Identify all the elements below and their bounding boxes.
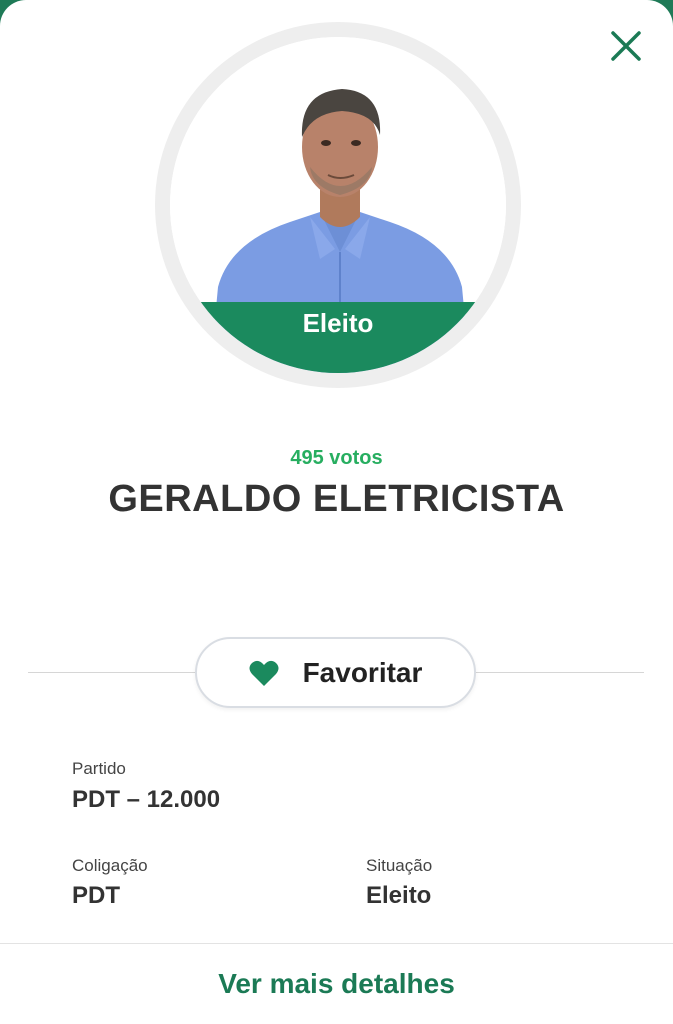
close-button[interactable] <box>604 24 648 68</box>
status-badge: Eleito <box>170 302 506 373</box>
situacao-value: Eleito <box>366 882 432 909</box>
details-link[interactable]: Ver mais detalhes <box>0 968 673 1000</box>
coligacao-label: Coligação <box>72 856 148 875</box>
situacao-label: Situação <box>366 856 433 875</box>
favorite-label: Favoritar <box>302 656 423 688</box>
candidate-name: GERALDO ELETRICISTA <box>108 478 565 520</box>
footer-divider <box>0 943 673 944</box>
favorite-button[interactable]: Favoritar <box>195 637 476 708</box>
close-icon <box>611 31 641 61</box>
avatar: Eleito <box>155 22 521 388</box>
partido-label: Partido <box>72 759 126 778</box>
coligacao-value: PDT <box>72 882 120 909</box>
avatar-frame: Eleito <box>170 37 506 373</box>
candidate-sheet: Eleito 495 votos GERALDO ELETRICISTA Fav… <box>0 0 673 1024</box>
heart-icon <box>249 660 279 686</box>
votes-count: 495 votos <box>290 447 383 469</box>
partido-value: PDT – 12.000 <box>72 786 221 813</box>
